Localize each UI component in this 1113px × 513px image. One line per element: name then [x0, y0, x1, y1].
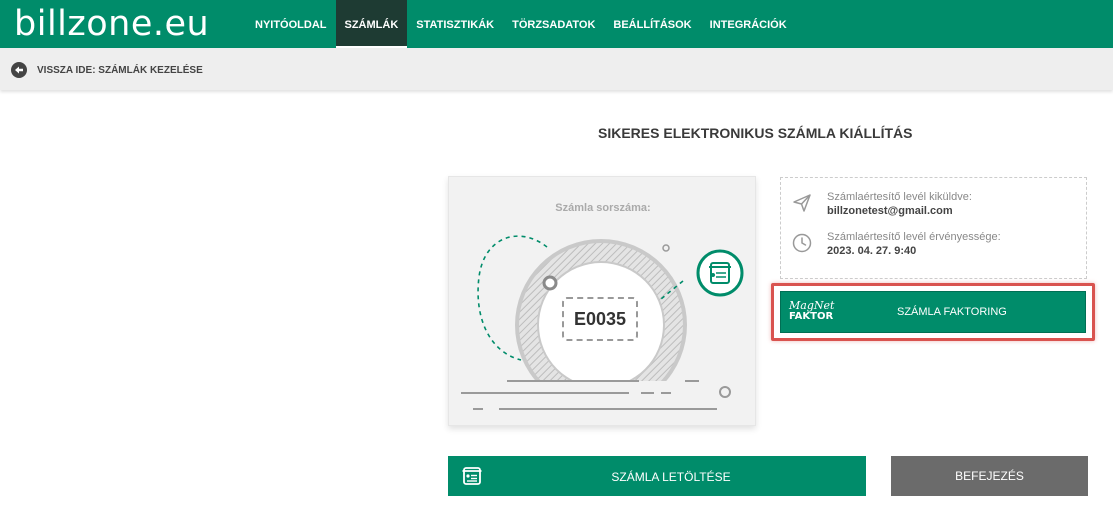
invoice-card: Számla sorszáma: E0035 [448, 176, 756, 426]
validity-value: 2023. 04. 27. 9:40 [827, 245, 917, 257]
download-button-label: SZÁMLA LETÖLTÉSE [611, 470, 731, 484]
main-nav: NYITÓOLDAL SZÁMLÁK STATISZTIKÁK TÖRZSADA… [246, 0, 796, 48]
sent-info-row: Számlaértesítő levél kiküldve: billzonet… [791, 190, 972, 218]
sent-label: Számlaértesítő levél kiküldve: [827, 191, 972, 203]
nav-item-szamlak[interactable]: SZÁMLÁK [335, 0, 408, 48]
clock-icon [792, 233, 812, 253]
download-invoice-button[interactable]: SZÁMLA LETÖLTÉSE [448, 456, 866, 496]
nav-item-beallitasok[interactable]: BEÁLLÍTÁSOK [604, 0, 700, 48]
magnet-logo-text: MagNet [789, 299, 835, 312]
sent-email: billzonetest@gmail.com [827, 205, 953, 217]
factoring-highlight: MagNet FAKTOR SZÁMLA FAKTORING [771, 283, 1095, 341]
magnet-faktor-logo: MagNet FAKTOR [789, 300, 834, 322]
nav-item-nyitooldal[interactable]: NYITÓOLDAL [246, 0, 336, 48]
validity-info-row: Számlaértesítő levél érvényessége: 2023.… [791, 230, 1001, 258]
back-link[interactable]: VISSZA IDE: SZÁMLÁK KEZELÉSE [11, 62, 203, 78]
finish-button[interactable]: BEFEJEZÉS [891, 456, 1088, 496]
nav-item-torzsadatok[interactable]: TÖRZSADATOK [503, 0, 604, 48]
back-link-label: VISSZA IDE: SZÁMLÁK KEZELÉSE [37, 64, 203, 76]
sub-bar: VISSZA IDE: SZÁMLÁK KEZELÉSE [0, 48, 1113, 90]
nav-item-statisztikak[interactable]: STATISZTIKÁK [407, 0, 503, 48]
validity-label: Számlaértesítő levél érvényessége: [827, 231, 1001, 243]
factoring-button-label: SZÁMLA FAKTORING [897, 306, 1007, 318]
paper-plane-icon [793, 194, 811, 212]
billzone-logo[interactable]: billzone.eu [14, 3, 209, 45]
nav-item-integraciok[interactable]: INTEGRÁCIÓK [701, 0, 796, 48]
invoice-number: E0035 [562, 297, 638, 341]
invoice-factoring-button[interactable]: MagNet FAKTOR SZÁMLA FAKTORING [780, 291, 1086, 333]
invoice-number-label: Számla sorszáma: [555, 202, 651, 214]
page-title: SIKERES ELEKTRONIKUS SZÁMLA KIÁLLÍTÁS [598, 125, 913, 141]
faktor-logo-text: FAKTOR [789, 311, 834, 322]
notification-info-box: Számlaértesítő levél kiküldve: billzonet… [780, 177, 1087, 279]
top-navbar: billzone.eu NYITÓOLDAL SZÁMLÁK STATISZTI… [0, 0, 1113, 48]
arrow-left-circle-icon [11, 62, 27, 78]
